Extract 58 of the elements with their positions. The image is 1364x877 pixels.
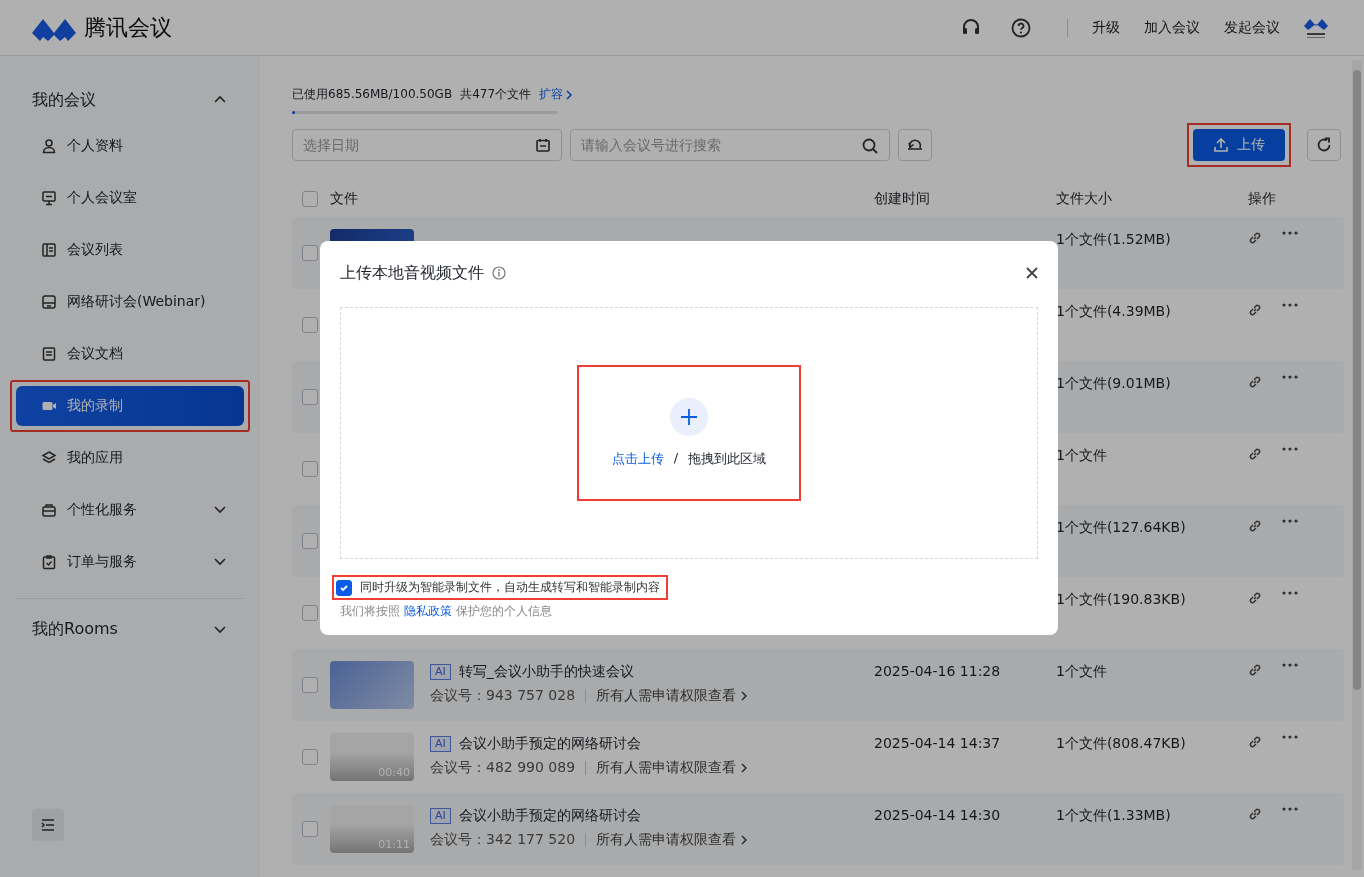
header-link[interactable]: 升级 <box>1092 18 1120 37</box>
ai-tag: AI <box>430 664 451 680</box>
file-name[interactable]: 会议小助手预定的网络研讨会 <box>458 735 641 753</box>
sidebar-item[interactable]: 会议文档 <box>16 334 244 374</box>
file-size: 1个文件(190.83KB) <box>1056 591 1186 607</box>
sidebar-group[interactable]: 我的Rooms <box>32 618 118 640</box>
brand-name: 腾讯会议 <box>84 13 172 42</box>
sidebar-group[interactable]: 我的会议 <box>32 89 96 111</box>
file-size: 1个文件(1.52MB) <box>1056 231 1171 247</box>
sidebar-item[interactable]: 订单与服务 <box>16 542 244 582</box>
file-size: 1个文件(808.47KB) <box>1056 735 1186 751</box>
file-size: 1个文件 <box>1056 663 1107 679</box>
ai-tag: AI <box>430 808 451 824</box>
file-size: 1个文件 <box>1056 447 1107 463</box>
sidebar-item[interactable]: 个性化服务 <box>16 490 244 530</box>
column-header: 操作 <box>1247 190 1277 208</box>
upload-button[interactable]: 上传 <box>1193 129 1285 161</box>
search-field[interactable]: 请输入会议号进行搜索 <box>570 129 890 161</box>
sidebar-item[interactable]: 我的应用 <box>16 438 244 478</box>
date-field[interactable]: 选择日期 <box>292 129 562 161</box>
column-header: 文件大小 <box>1056 190 1113 208</box>
created-time: 2025-04-16 11:28 <box>874 663 1001 679</box>
sidebar-item[interactable]: 网络研讨会(Webinar) <box>16 282 244 322</box>
privacy-notice: 我们将按照 隐私政策 保护您的个人信息 <box>340 603 553 620</box>
header-link[interactable]: 发起会议 <box>1224 18 1280 37</box>
column-header: 文件 <box>330 190 359 208</box>
file-size: 1个文件(4.39MB) <box>1056 303 1171 319</box>
permission-link[interactable]: 所有人需申请权限查看 <box>596 687 749 705</box>
permission-link[interactable]: 所有人需申请权限查看 <box>596 831 749 849</box>
file-count: 共477个文件 <box>460 86 532 103</box>
checkbox-label[interactable]: 同时升级为智能录制文件，自动生成转写和智能录制内容 <box>360 579 660 596</box>
sidebar-item[interactable]: 我的录制 <box>16 386 244 426</box>
file-size: 1个文件(9.01MB) <box>1056 375 1171 391</box>
dialog-title: 上传本地音视频文件 <box>340 262 484 284</box>
storage-usage: 已使用685.56MB/100.50GB <box>292 86 453 103</box>
sidebar-item[interactable]: 个人资料 <box>16 126 244 166</box>
header-link[interactable]: 加入会议 <box>1144 18 1200 37</box>
meeting-id: 会议号：482 990 089 <box>430 759 576 777</box>
upload-target[interactable]: 点击上传 / 拖拽到此区域 <box>577 365 801 501</box>
privacy-policy-link[interactable]: 隐私政策 <box>403 604 452 618</box>
sidebar-item[interactable]: 会议列表 <box>16 230 244 270</box>
column-header: 创建时间 <box>874 190 931 208</box>
created-time: 2025-04-14 14:30 <box>874 807 1001 823</box>
upload-link[interactable]: 点击上传 <box>611 450 664 468</box>
file-name[interactable]: 会议小助手预定的网络研讨会 <box>458 807 641 825</box>
file-size: 1个文件(1.33MB) <box>1056 807 1171 823</box>
meeting-id: 会议号：943 757 028 <box>430 687 576 705</box>
separator: / <box>673 450 679 467</box>
file-name[interactable]: 转写_会议小助手的快速会议 <box>458 663 634 681</box>
ai-tag: AI <box>430 736 451 752</box>
drop-zone[interactable]: 点击上传 / 拖拽到此区域 <box>340 307 1038 559</box>
permission-link[interactable]: 所有人需申请权限查看 <box>596 759 749 777</box>
meeting-id: 会议号：342 177 520 <box>430 831 576 849</box>
sidebar-item[interactable]: 个人会议室 <box>16 178 244 218</box>
file-size: 1个文件(127.64KB) <box>1056 519 1186 535</box>
created-time: 2025-04-14 14:37 <box>874 735 1001 751</box>
drop-hint: 拖拽到此区域 <box>688 450 767 468</box>
expand-storage-link[interactable]: 扩容 <box>539 86 574 103</box>
